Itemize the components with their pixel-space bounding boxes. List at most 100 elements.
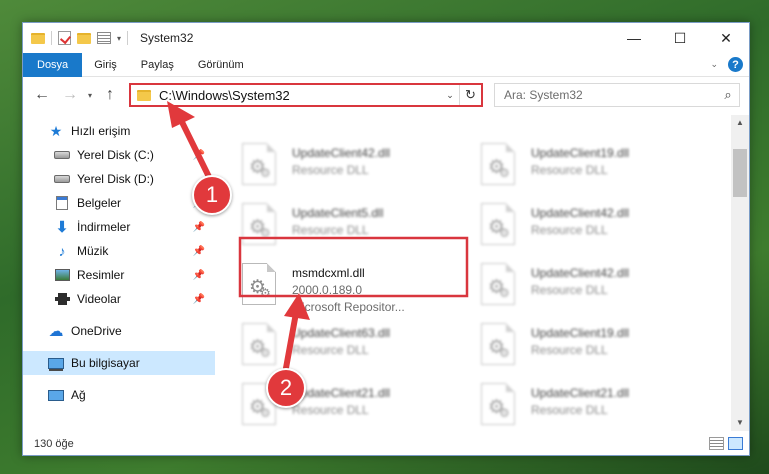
file-description: Resource DLL: [292, 223, 369, 237]
view-switcher: [709, 437, 743, 450]
sidebar-item-this-pc[interactable]: Bu bilgisayar: [23, 351, 215, 375]
tiles-view-icon[interactable]: [728, 437, 743, 450]
recent-locations-chevron-icon[interactable]: ▾: [83, 91, 97, 100]
scroll-up-arrow-icon[interactable]: ▲: [731, 115, 749, 131]
properties-list-icon[interactable]: [97, 32, 111, 44]
file-item[interactable]: ⚙ ⚙ UpdateClient19.dll Resource DLL: [481, 323, 711, 373]
dll-file-icon: ⚙ ⚙: [481, 203, 515, 245]
dll-file-icon: ⚙ ⚙: [242, 143, 276, 185]
search-placeholder[interactable]: Ara: System32: [504, 88, 717, 102]
tab-home[interactable]: Giriş: [82, 53, 129, 77]
maximize-button[interactable]: ☐: [657, 23, 703, 53]
vertical-scrollbar[interactable]: ▲ ▼: [731, 115, 749, 431]
sidebar-item-local-disk-d[interactable]: Yerel Disk (D:): [23, 167, 215, 191]
sidebar-item-label: İndirmeler: [77, 220, 131, 234]
file-name: UpdateClient19.dll: [531, 146, 630, 160]
tab-view[interactable]: Görünüm: [186, 53, 256, 77]
network-icon: [47, 388, 65, 402]
scrollbar-thumb[interactable]: [733, 149, 747, 197]
sidebar-item-network[interactable]: Ağ: [23, 383, 215, 407]
sidebar-item-downloads[interactable]: ⬇ İndirmeler 📌: [23, 215, 215, 239]
pin-icon[interactable]: 📌: [193, 270, 205, 281]
dll-file-icon: ⚙ ⚙: [242, 263, 276, 305]
tab-file[interactable]: Dosya: [23, 52, 83, 77]
pin-icon[interactable]: 📌: [193, 150, 205, 161]
window-title: System32: [140, 31, 194, 45]
item-count: 130 öğe: [34, 438, 74, 450]
disk-icon: [53, 148, 71, 162]
help-icon[interactable]: ?: [728, 57, 743, 72]
sidebar-item-label: Hızlı erişim: [71, 124, 131, 138]
music-icon: ♪: [58, 243, 66, 259]
sidebar-item-quick-access[interactable]: ★ Hızlı erişim: [23, 119, 215, 143]
address-bar[interactable]: C:\Windows\System32 ⌄ ↻: [129, 83, 483, 107]
file-name: UpdateClient42.dll: [531, 266, 630, 280]
sidebar-item-music[interactable]: ♪ Müzik 📌: [23, 239, 215, 263]
search-icon[interactable]: ⌕: [717, 87, 739, 103]
pin-icon[interactable]: 📌: [193, 294, 205, 305]
up-arrow-icon[interactable]: ↑: [99, 86, 121, 104]
file-item[interactable]: ⚙ ⚙ UpdateClient42.dll Resource DLL: [481, 263, 711, 313]
sidebar-item-label: OneDrive: [71, 324, 122, 338]
file-item[interactable]: ⚙ ⚙ UpdateClient42.dll Resource DLL: [481, 203, 711, 253]
tab-share[interactable]: Paylaş: [129, 53, 186, 77]
document-icon: [53, 196, 71, 210]
file-description: Resource DLL: [531, 403, 608, 417]
sidebar-item-documents[interactable]: Belgeler 📌: [23, 191, 215, 215]
file-item[interactable]: ⚙ ⚙ UpdateClient19.dll Resource DLL: [481, 143, 711, 193]
file-list: ⚙ ⚙ UpdateClient42.dll Resource DLL ⚙ ⚙ Upd…: [238, 115, 728, 431]
sidebar-item-videos[interactable]: Videolar 📌: [23, 287, 215, 311]
back-arrow-icon[interactable]: ←: [31, 86, 53, 104]
file-name: UpdateClient19.dll: [531, 326, 630, 340]
address-path[interactable]: C:\Windows\System32: [159, 88, 441, 103]
minimize-button[interactable]: —: [611, 23, 657, 53]
navigation-pane: ★ Hızlı erişim Yerel Disk (C:) 📌 Yerel D…: [23, 115, 217, 431]
file-name: UpdateClient21.dll: [531, 386, 630, 400]
window-controls: — ☐ ✕: [611, 23, 749, 53]
file-description: Resource DLL: [531, 283, 608, 297]
quick-access-toolbar: ▾: [31, 31, 129, 45]
file-name: msmdcxml.dll: [292, 266, 365, 280]
file-description: Resource DLL: [292, 403, 369, 417]
pin-icon[interactable]: 📌: [193, 246, 205, 257]
dll-file-icon: ⚙ ⚙: [481, 263, 515, 305]
scroll-down-arrow-icon[interactable]: ▼: [731, 415, 749, 431]
file-description: Resource DLL: [531, 343, 608, 357]
pin-icon[interactable]: 📌: [193, 222, 205, 233]
file-item[interactable]: ⚙ ⚙ UpdateClient21.dll Resource DLL: [481, 383, 711, 431]
file-description: Resource DLL: [531, 223, 608, 237]
properties-check-icon[interactable]: [58, 31, 71, 45]
ribbon-tabs: Dosya Giriş Paylaş Görünüm ⌄ ?: [23, 52, 749, 77]
customize-toolbar-chevron-icon[interactable]: ▾: [117, 34, 121, 43]
file-item[interactable]: ⚙ ⚙ UpdateClient63.dll Resource DLL: [242, 323, 472, 373]
refresh-icon[interactable]: ↻: [459, 85, 481, 105]
file-name: UpdateClient21.dll: [292, 386, 391, 400]
new-folder-icon[interactable]: [77, 32, 91, 44]
file-item[interactable]: ⚙ ⚙ UpdateClient42.dll Resource DLL: [242, 143, 472, 193]
details-view-icon[interactable]: [709, 437, 724, 450]
step-1-badge: 1: [192, 175, 232, 215]
file-item[interactable]: ⚙ ⚙ UpdateClient5.dll Resource DLL: [242, 203, 472, 253]
sidebar-item-label: Resimler: [77, 268, 125, 282]
sidebar-item-pictures[interactable]: Resimler 📌: [23, 263, 215, 287]
file-name: UpdateClient63.dll: [292, 326, 391, 340]
address-dropdown-chevron-icon[interactable]: ⌄: [441, 90, 459, 101]
pictures-icon: [53, 268, 71, 282]
download-icon: ⬇: [55, 219, 69, 236]
search-input[interactable]: Ara: System32 ⌕: [494, 83, 740, 107]
expand-ribbon-chevron-icon[interactable]: ⌄: [710, 59, 718, 70]
sidebar-item-local-disk-c[interactable]: Yerel Disk (C:) 📌: [23, 143, 215, 167]
dll-file-icon: ⚙ ⚙: [242, 203, 276, 245]
ribbon-right-controls: ⌄ ?: [710, 57, 743, 72]
sidebar-item-label: Bu bilgisayar: [71, 356, 140, 370]
navigation-bar: ← → ▾ ↑ C:\Windows\System32 ⌄ ↻ Ara: Sys…: [23, 78, 749, 112]
status-bar: 130 öğe: [23, 433, 749, 455]
file-description: Resource DLL: [531, 163, 608, 177]
file-description: Resource DLL: [292, 163, 369, 177]
forward-arrow-icon[interactable]: →: [59, 86, 81, 104]
file-name: UpdateClient42.dll: [531, 206, 630, 220]
sidebar-item-onedrive[interactable]: ☁ OneDrive: [23, 319, 215, 343]
dll-file-icon: ⚙ ⚙: [242, 323, 276, 365]
close-button[interactable]: ✕: [703, 23, 749, 53]
file-item-msmdcxml[interactable]: ⚙ ⚙ msmdcxml.dll 2000.0.189.0 Microsoft Rep…: [242, 263, 472, 314]
